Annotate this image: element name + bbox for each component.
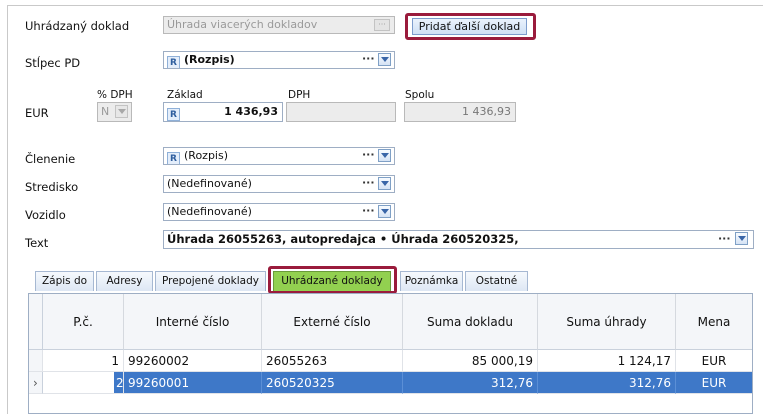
stredisko-label: Stredisko (25, 180, 79, 194)
zaklad-field[interactable]: R 1 436,93 (163, 102, 283, 122)
spolu-header: Spolu (405, 89, 435, 101)
cell-externe-cislo: 260520325 (262, 372, 403, 394)
uhradzany-doklad-label: Uhrádzaný doklad (25, 19, 130, 33)
uhradzane-doklady-table: P.č. Interné číslo Externé číslo Suma do… (28, 293, 753, 414)
cell-suma-uhrady: 1 124,17 (538, 350, 676, 372)
cell-suma-dokladu: 312,76 (403, 372, 538, 394)
cell-suma-dokladu: 85 000,19 (403, 350, 538, 372)
dph-percent-header: % DPH (97, 89, 133, 101)
chevron-down-icon[interactable] (378, 205, 391, 218)
spolu-value: 1 436,93 (462, 105, 511, 118)
ellipsis-icon[interactable]: ··· (362, 52, 375, 67)
stlpec-pd-label: Stĺpec PD (25, 56, 81, 70)
text-label: Text (25, 236, 49, 250)
spolu-field: 1 436,93 (404, 102, 516, 122)
rozpis-badge-icon: R (167, 108, 180, 121)
ellipsis-icon[interactable]: ··· (362, 148, 375, 163)
dph-header: DPH (288, 89, 311, 101)
tab-ostatne[interactable]: Ostatné (465, 271, 528, 291)
ellipsis-icon[interactable]: ··· (362, 204, 375, 219)
column-header-interne-cislo[interactable]: Interné číslo (124, 294, 262, 350)
tab-adresy[interactable]: Adresy (96, 271, 153, 291)
chevron-down-icon[interactable] (735, 232, 748, 245)
cell-mena: EUR (676, 372, 752, 394)
cell-interne-cislo: 99260001 (124, 372, 262, 394)
cell-interne-cislo: 99260002 (124, 350, 262, 372)
dph-field (286, 102, 396, 122)
currency-label: EUR (25, 106, 49, 120)
column-header-suma-dokladu[interactable]: Suma dokladu (403, 294, 538, 350)
dph-percent-field: N (97, 102, 132, 122)
cell-pc: 2 (43, 372, 124, 394)
vozidlo-label: Vozidlo (25, 208, 66, 222)
zaklad-header: Základ (167, 89, 203, 101)
rozpis-badge-icon: R (167, 152, 180, 164)
clenenie-label: Členenie (25, 152, 76, 166)
cell-pc: 1 (43, 350, 124, 372)
cell-pc-value: 2 (114, 372, 123, 393)
tab-zapis-do[interactable]: Zápis do (35, 271, 94, 291)
text-value: Úhrada 26055263, autopredajca • Úhrada 2… (167, 232, 519, 246)
vozidlo-field[interactable]: (Nedefinované) ··· (163, 203, 395, 221)
chevron-down-icon[interactable] (378, 149, 391, 162)
row-indicator-icon[interactable]: › (29, 372, 43, 394)
column-header-suma-uhrady[interactable]: Suma úhrady (538, 294, 676, 350)
cell-mena: EUR (676, 350, 752, 372)
ellipsis-icon[interactable]: ··· (362, 176, 375, 191)
stlpec-pd-value: (Rozpis) (184, 53, 235, 66)
stredisko-value: (Nedefinované) (167, 177, 252, 190)
uhradzany-doklad-field: Úhrada viacerých dokladov ··· (163, 16, 395, 34)
tab-poznamka[interactable]: Poznámka (400, 271, 463, 291)
zaklad-value: 1 436,93 (224, 105, 278, 118)
chevron-down-icon[interactable] (378, 177, 391, 190)
rozpis-badge-icon: R (167, 56, 180, 68)
dph-percent-value: N (101, 105, 110, 118)
column-header-externe-cislo[interactable]: Externé číslo (262, 294, 403, 350)
ellipsis-icon[interactable]: ··· (718, 231, 731, 247)
clenenie-field[interactable]: R (Rozpis) ··· (163, 147, 395, 165)
uhradzany-doklad-value: Úhrada viacerých dokladov (167, 18, 318, 31)
row-header-corner (29, 294, 43, 350)
highlight-active-tab (268, 266, 397, 294)
clenenie-value: (Rozpis) (184, 149, 229, 162)
highlight-pridat-button (405, 13, 536, 40)
stlpec-pd-field[interactable]: R (Rozpis) ··· (163, 51, 395, 69)
chevron-down-icon[interactable] (378, 53, 391, 66)
text-field[interactable]: Úhrada 26055263, autopredajca • Úhrada 2… (163, 230, 754, 249)
chevron-down-icon (115, 105, 128, 118)
ellipsis-icon: ··· (374, 19, 390, 31)
tab-prepojene-doklady[interactable]: Prepojené doklady (155, 271, 266, 291)
row-selector[interactable] (29, 350, 43, 372)
cell-suma-uhrady: 312,76 (538, 372, 676, 394)
stredisko-field[interactable]: (Nedefinované) ··· (163, 175, 395, 193)
column-header-pc[interactable]: P.č. (43, 294, 124, 350)
vozidlo-value: (Nedefinované) (167, 205, 252, 218)
column-header-mena[interactable]: Mena (676, 294, 752, 350)
cell-externe-cislo: 26055263 (262, 350, 403, 372)
